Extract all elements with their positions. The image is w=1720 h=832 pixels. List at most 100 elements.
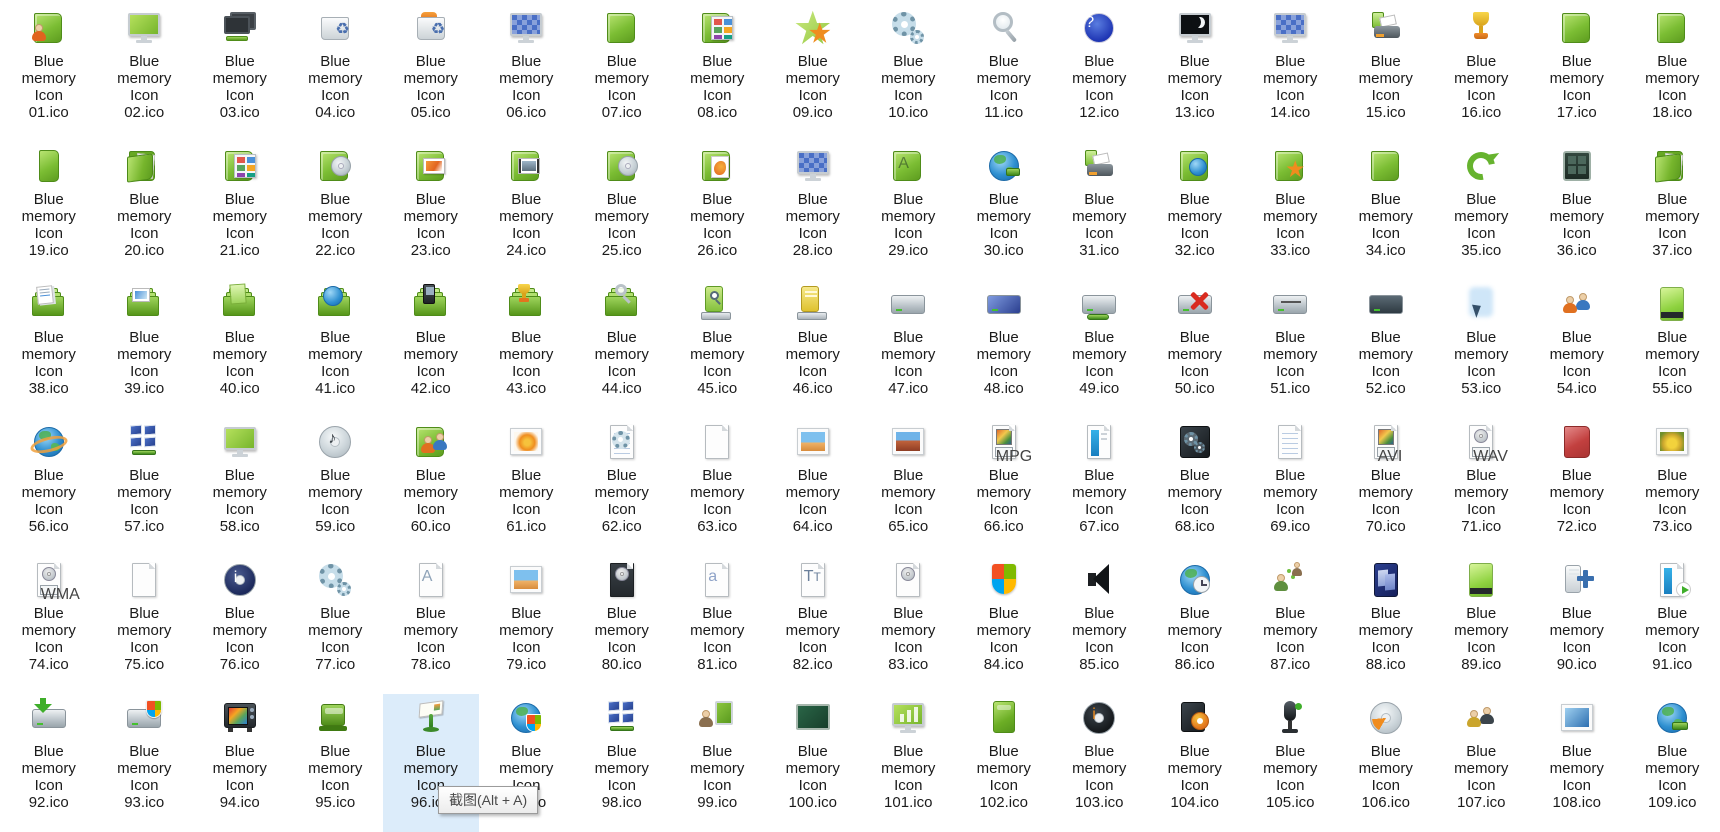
file-item[interactable]: BluememoryIcon107.ico: [1434, 694, 1530, 832]
file-item[interactable]: BluememoryIcon03.ico: [192, 4, 288, 142]
file-item[interactable]: BluememoryIcon95.ico: [288, 694, 384, 832]
file-item[interactable]: BluememoryIcon23.ico: [383, 142, 479, 280]
file-item[interactable]: BluememoryIcon17.ico: [1529, 4, 1625, 142]
file-item[interactable]: BluememoryIcon56.ico: [1, 418, 97, 556]
file-item[interactable]: ♻BluememoryIcon04.ico: [288, 4, 384, 142]
file-item[interactable]: BluememoryIcon25.ico: [574, 142, 670, 280]
file-item[interactable]: BluememoryIcon65.ico: [861, 418, 957, 556]
file-item[interactable]: BluememoryIcon104.ico: [1147, 694, 1243, 832]
file-item[interactable]: ?BluememoryIcon12.ico: [1052, 4, 1148, 142]
file-item[interactable]: BluememoryIcon14.ico: [1243, 4, 1339, 142]
file-item[interactable]: BluememoryIcon93.ico: [97, 694, 193, 832]
file-item[interactable]: BluememoryIcon69.ico: [1243, 418, 1339, 556]
file-item[interactable]: BluememoryIcon75.ico: [97, 556, 193, 694]
file-item[interactable]: BluememoryIcon33.ico: [1243, 142, 1339, 280]
file-item[interactable]: BluememoryIcon02.ico: [97, 4, 193, 142]
file-item[interactable]: BluememoryIcon43.ico: [479, 280, 575, 418]
file-item[interactable]: BluememoryIcon30.ico: [956, 142, 1052, 280]
file-item[interactable]: BluememoryIcon19.ico: [1, 142, 97, 280]
file-item[interactable]: BluememoryIcon94.ico: [192, 694, 288, 832]
file-item[interactable]: BluememoryIcon21.ico: [192, 142, 288, 280]
file-item[interactable]: BluememoryIcon99.ico: [670, 694, 766, 832]
file-item[interactable]: BluememoryIcon26.ico: [670, 142, 766, 280]
file-item[interactable]: BluememoryIcon42.ico: [383, 280, 479, 418]
file-item[interactable]: ABluememoryIcon29.ico: [861, 142, 957, 280]
file-item[interactable]: TTBluememoryIcon82.ico: [765, 556, 861, 694]
file-item[interactable]: BluememoryIcon47.ico: [861, 280, 957, 418]
file-item[interactable]: BluememoryIcon64.ico: [765, 418, 861, 556]
file-item[interactable]: BluememoryIcon20.ico: [97, 142, 193, 280]
file-item[interactable]: BluememoryIcon61.ico: [479, 418, 575, 556]
file-item[interactable]: BluememoryIcon44.ico: [574, 280, 670, 418]
file-item[interactable]: iBluememoryIcon103.ico: [1052, 694, 1148, 832]
file-item[interactable]: BluememoryIcon31.ico: [1052, 142, 1148, 280]
file-item[interactable]: BluememoryIcon73.ico: [1625, 418, 1720, 556]
file-item[interactable]: BluememoryIcon92.ico: [1, 694, 97, 832]
file-item[interactable]: BluememoryIcon105.ico: [1243, 694, 1339, 832]
file-item[interactable]: BluememoryIcon49.ico: [1052, 280, 1148, 418]
file-item[interactable]: ♪BluememoryIcon59.ico: [288, 418, 384, 556]
file-item[interactable]: BluememoryIcon53.ico: [1434, 280, 1530, 418]
file-item[interactable]: WAVBluememoryIcon71.ico: [1434, 418, 1530, 556]
file-item[interactable]: BluememoryIcon63.ico: [670, 418, 766, 556]
file-item[interactable]: BluememoryIcon36.ico: [1529, 142, 1625, 280]
file-item[interactable]: BluememoryIcon39.ico: [97, 280, 193, 418]
file-item[interactable]: BluememoryIcon06.ico: [479, 4, 575, 142]
file-item[interactable]: BluememoryIcon109.ico: [1625, 694, 1720, 832]
file-item[interactable]: BluememoryIcon72.ico: [1529, 418, 1625, 556]
file-item[interactable]: BluememoryIcon18.ico: [1625, 4, 1720, 142]
file-item[interactable]: BluememoryIcon88.ico: [1338, 556, 1434, 694]
file-item[interactable]: BluememoryIcon28.ico: [765, 142, 861, 280]
file-item[interactable]: aBluememoryIcon81.ico: [670, 556, 766, 694]
file-item[interactable]: BluememoryIcon106.ico: [1338, 694, 1434, 832]
file-item[interactable]: BluememoryIcon51.ico: [1243, 280, 1339, 418]
file-item[interactable]: ABluememoryIcon78.ico: [383, 556, 479, 694]
file-item[interactable]: BluememoryIcon101.ico: [861, 694, 957, 832]
file-item[interactable]: BluememoryIcon48.ico: [956, 280, 1052, 418]
file-item[interactable]: MPGBluememoryIcon66.ico: [956, 418, 1052, 556]
file-item[interactable]: BluememoryIcon52.ico: [1338, 280, 1434, 418]
file-item[interactable]: BluememoryIcon83.ico: [861, 556, 957, 694]
file-item[interactable]: WMABluememoryIcon74.ico: [1, 556, 97, 694]
file-item[interactable]: BluememoryIcon13.ico: [1147, 4, 1243, 142]
file-item[interactable]: BluememoryIcon11.ico: [956, 4, 1052, 142]
file-item[interactable]: BluememoryIcon55.ico: [1625, 280, 1720, 418]
file-item[interactable]: BluememoryIcon102.ico: [956, 694, 1052, 832]
file-item[interactable]: BluememoryIcon100.ico: [765, 694, 861, 832]
file-item[interactable]: BluememoryIcon79.ico: [479, 556, 575, 694]
file-item[interactable]: BluememoryIcon15.ico: [1338, 4, 1434, 142]
file-item[interactable]: BluememoryIcon41.ico: [288, 280, 384, 418]
file-item[interactable]: iBluememoryIcon76.ico: [192, 556, 288, 694]
file-item[interactable]: BluememoryIcon87.ico: [1243, 556, 1339, 694]
file-item[interactable]: BluememoryIcon86.ico: [1147, 556, 1243, 694]
file-item[interactable]: BluememoryIcon108.ico: [1529, 694, 1625, 832]
file-item[interactable]: BluememoryIcon89.ico: [1434, 556, 1530, 694]
file-item[interactable]: BluememoryIcon07.ico: [574, 4, 670, 142]
file-item[interactable]: BluememoryIcon77.ico: [288, 556, 384, 694]
file-item[interactable]: BluememoryIcon58.ico: [192, 418, 288, 556]
file-item[interactable]: BluememoryIcon22.ico: [288, 142, 384, 280]
file-item[interactable]: BluememoryIcon84.ico: [956, 556, 1052, 694]
file-item[interactable]: BluememoryIcon35.ico: [1434, 142, 1530, 280]
file-item[interactable]: BluememoryIcon68.ico: [1147, 418, 1243, 556]
file-item[interactable]: BluememoryIcon24.ico: [479, 142, 575, 280]
file-item[interactable]: BluememoryIcon50.ico: [1147, 280, 1243, 418]
file-item[interactable]: BluememoryIcon16.ico: [1434, 4, 1530, 142]
file-item[interactable]: BluememoryIcon46.ico: [765, 280, 861, 418]
file-item[interactable]: BluememoryIcon34.ico: [1338, 142, 1434, 280]
file-item[interactable]: BluememoryIcon67.ico: [1052, 418, 1148, 556]
file-item[interactable]: BluememoryIcon10.ico: [861, 4, 957, 142]
file-item[interactable]: BluememoryIcon91.ico: [1625, 556, 1720, 694]
file-item[interactable]: BluememoryIcon62.ico: [574, 418, 670, 556]
file-item[interactable]: BluememoryIcon98.ico: [574, 694, 670, 832]
file-item[interactable]: BluememoryIcon45.ico: [670, 280, 766, 418]
file-item[interactable]: BluememoryIcon85.ico: [1052, 556, 1148, 694]
file-item[interactable]: BluememoryIcon37.ico: [1625, 142, 1720, 280]
file-item[interactable]: BluememoryIcon38.ico: [1, 280, 97, 418]
file-item[interactable]: BluememoryIcon32.ico: [1147, 142, 1243, 280]
file-item[interactable]: BluememoryIcon09.ico: [765, 4, 861, 142]
file-item[interactable]: BluememoryIcon90.ico: [1529, 556, 1625, 694]
file-item[interactable]: BluememoryIcon57.ico: [97, 418, 193, 556]
file-item[interactable]: BluememoryIcon80.ico: [574, 556, 670, 694]
file-item[interactable]: BluememoryIcon60.ico: [383, 418, 479, 556]
